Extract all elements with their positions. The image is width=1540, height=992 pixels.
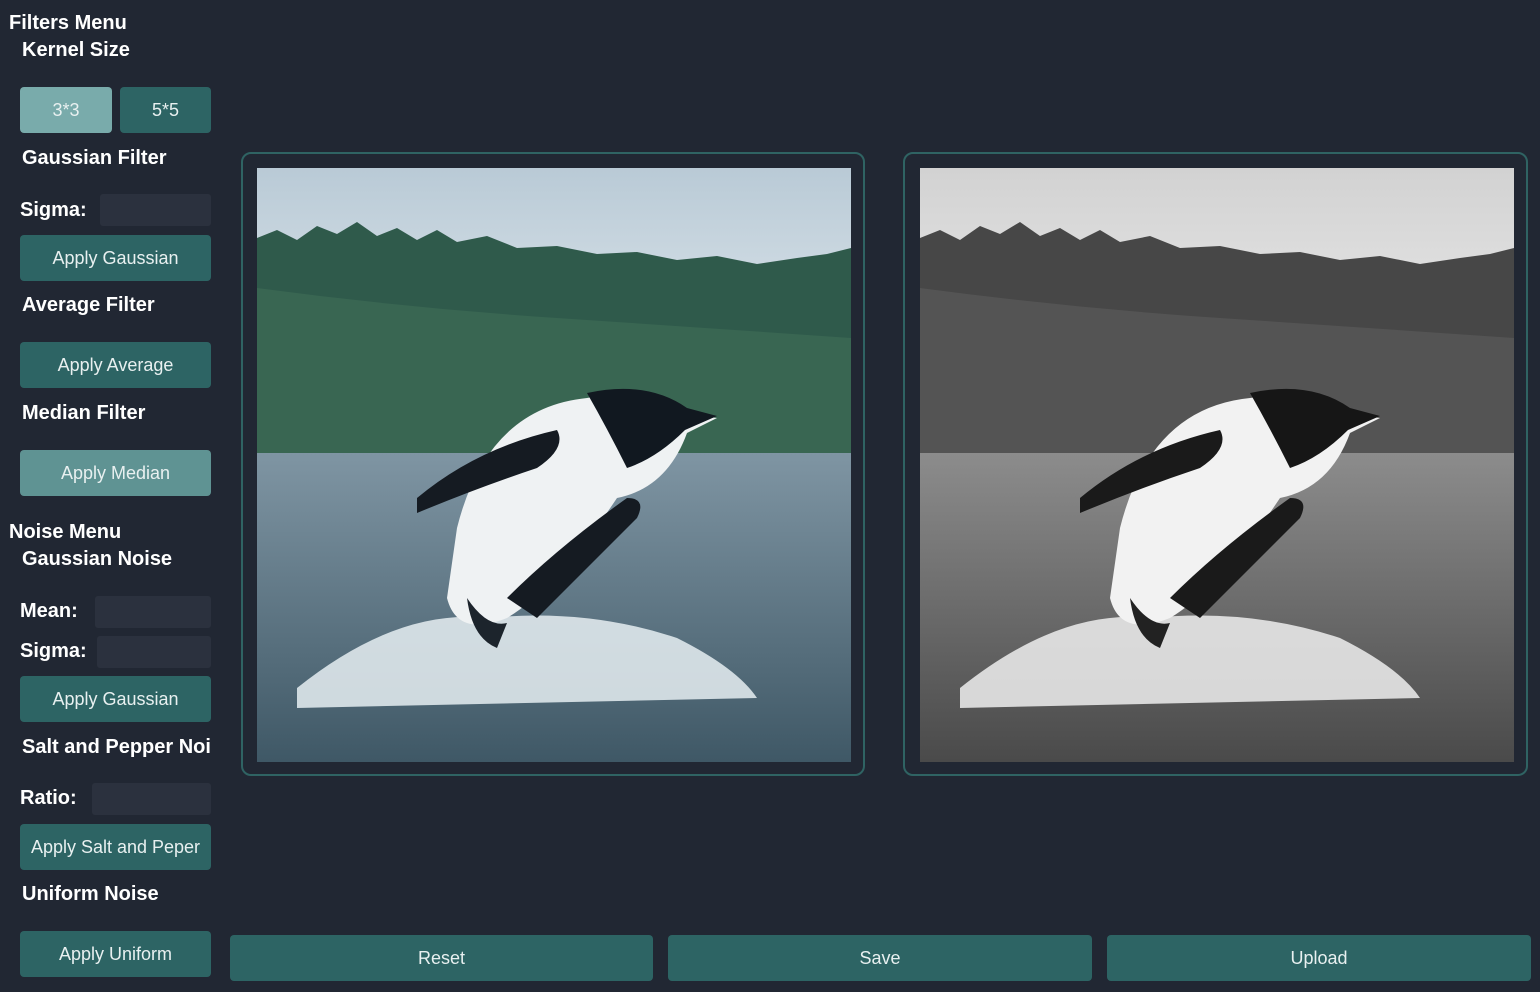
- apply-salt-pepper-button[interactable]: Apply Salt and Peper: [20, 824, 211, 870]
- apply-uniform-button[interactable]: Apply Uniform: [20, 931, 211, 977]
- orca-photo-color: [257, 168, 851, 762]
- uniform-noise-title: Uniform Noise: [22, 883, 159, 905]
- processed-image: [920, 168, 1514, 762]
- upload-button[interactable]: Upload: [1107, 935, 1531, 981]
- reset-button[interactable]: Reset: [230, 935, 653, 981]
- orca-photo-grayscale: [920, 168, 1514, 762]
- ratio-label: Ratio:: [20, 787, 77, 809]
- salt-pepper-title: Salt and Pepper Noise: [22, 736, 210, 758]
- ratio-input[interactable]: [92, 783, 211, 815]
- original-image: [257, 168, 851, 762]
- save-button[interactable]: Save: [668, 935, 1092, 981]
